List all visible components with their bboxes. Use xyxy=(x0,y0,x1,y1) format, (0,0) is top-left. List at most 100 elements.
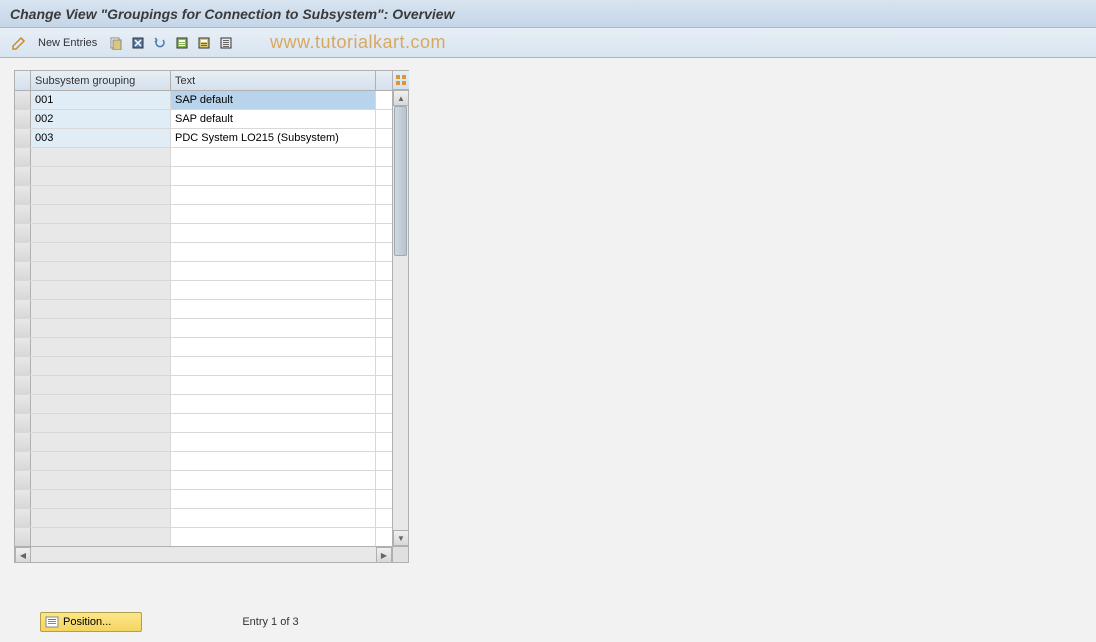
col-header-text[interactable]: Text xyxy=(171,71,376,90)
cell-subsystem-id[interactable] xyxy=(31,205,171,223)
delete-icon[interactable] xyxy=(129,34,147,52)
row-selector[interactable] xyxy=(15,490,31,508)
cell-text[interactable]: SAP default xyxy=(171,110,376,128)
cell-text[interactable] xyxy=(171,452,376,470)
horizontal-scrollbar[interactable]: ◀ ▶ xyxy=(15,546,392,562)
table-row[interactable] xyxy=(15,528,392,547)
cell-text[interactable] xyxy=(171,433,376,451)
cell-subsystem-id[interactable]: 001 xyxy=(31,91,171,109)
scroll-down-button[interactable]: ▼ xyxy=(393,530,409,546)
cell-text[interactable] xyxy=(171,205,376,223)
table-row[interactable] xyxy=(15,148,392,167)
cell-text[interactable] xyxy=(171,224,376,242)
cell-subsystem-id[interactable] xyxy=(31,509,171,527)
cell-subsystem-id[interactable] xyxy=(31,357,171,375)
undo-icon[interactable] xyxy=(151,34,169,52)
row-selector[interactable] xyxy=(15,471,31,489)
table-row[interactable] xyxy=(15,300,392,319)
row-selector[interactable] xyxy=(15,205,31,223)
table-row[interactable] xyxy=(15,186,392,205)
cell-text[interactable] xyxy=(171,148,376,166)
cell-subsystem-id[interactable] xyxy=(31,414,171,432)
vertical-scrollbar[interactable]: ▲ ▼ xyxy=(392,71,408,562)
cell-subsystem-id[interactable] xyxy=(31,224,171,242)
cell-subsystem-id[interactable] xyxy=(31,262,171,280)
cell-subsystem-id[interactable] xyxy=(31,319,171,337)
table-row[interactable] xyxy=(15,224,392,243)
row-selector[interactable] xyxy=(15,395,31,413)
table-row[interactable] xyxy=(15,357,392,376)
cell-text[interactable] xyxy=(171,167,376,185)
cell-text[interactable] xyxy=(171,528,376,546)
cell-subsystem-id[interactable] xyxy=(31,243,171,261)
table-row[interactable] xyxy=(15,452,392,471)
table-row[interactable] xyxy=(15,509,392,528)
cell-subsystem-id[interactable] xyxy=(31,300,171,318)
select-all-icon[interactable] xyxy=(173,34,191,52)
row-selector[interactable] xyxy=(15,148,31,166)
table-row[interactable] xyxy=(15,338,392,357)
deselect-all-icon[interactable] xyxy=(217,34,235,52)
cell-text[interactable] xyxy=(171,186,376,204)
row-selector[interactable] xyxy=(15,414,31,432)
table-row[interactable]: 001SAP default xyxy=(15,91,392,110)
table-row[interactable] xyxy=(15,205,392,224)
row-selector[interactable] xyxy=(15,110,31,128)
cell-text[interactable]: SAP default xyxy=(171,91,376,109)
scroll-up-button[interactable]: ▲ xyxy=(393,90,409,106)
table-row[interactable]: 003PDC System LO215 (Subsystem) xyxy=(15,129,392,148)
table-row[interactable] xyxy=(15,490,392,509)
new-entries-button[interactable]: New Entries xyxy=(32,35,103,51)
row-selector[interactable] xyxy=(15,433,31,451)
cell-subsystem-id[interactable] xyxy=(31,281,171,299)
row-selector[interactable] xyxy=(15,224,31,242)
col-header-subsystem[interactable]: Subsystem grouping xyxy=(31,71,171,90)
scroll-thumb[interactable] xyxy=(394,106,407,256)
cell-text[interactable] xyxy=(171,509,376,527)
cell-text[interactable] xyxy=(171,376,376,394)
table-row[interactable] xyxy=(15,281,392,300)
table-row[interactable] xyxy=(15,243,392,262)
cell-subsystem-id[interactable] xyxy=(31,148,171,166)
cell-text[interactable] xyxy=(171,319,376,337)
select-block-icon[interactable] xyxy=(195,34,213,52)
cell-text[interactable] xyxy=(171,395,376,413)
copy-icon[interactable] xyxy=(107,34,125,52)
scroll-track-vertical[interactable] xyxy=(393,106,408,530)
cell-text[interactable] xyxy=(171,243,376,261)
table-row[interactable]: 002SAP default xyxy=(15,110,392,129)
cell-subsystem-id[interactable] xyxy=(31,186,171,204)
table-row[interactable] xyxy=(15,376,392,395)
row-selector-header[interactable] xyxy=(15,71,31,90)
row-selector[interactable] xyxy=(15,262,31,280)
cell-subsystem-id[interactable] xyxy=(31,490,171,508)
row-selector[interactable] xyxy=(15,186,31,204)
row-selector[interactable] xyxy=(15,243,31,261)
position-button[interactable]: Position... xyxy=(40,612,142,632)
table-row[interactable] xyxy=(15,433,392,452)
row-selector[interactable] xyxy=(15,357,31,375)
scroll-right-button[interactable]: ▶ xyxy=(376,547,392,563)
cell-subsystem-id[interactable] xyxy=(31,528,171,546)
row-selector[interactable] xyxy=(15,91,31,109)
row-selector[interactable] xyxy=(15,452,31,470)
cell-text[interactable] xyxy=(171,414,376,432)
cell-text[interactable] xyxy=(171,357,376,375)
table-row[interactable] xyxy=(15,395,392,414)
table-row[interactable] xyxy=(15,319,392,338)
table-row[interactable] xyxy=(15,471,392,490)
row-selector[interactable] xyxy=(15,129,31,147)
cell-subsystem-id[interactable] xyxy=(31,433,171,451)
cell-subsystem-id[interactable]: 003 xyxy=(31,129,171,147)
table-row[interactable] xyxy=(15,262,392,281)
row-selector[interactable] xyxy=(15,528,31,546)
row-selector[interactable] xyxy=(15,338,31,356)
cell-text[interactable] xyxy=(171,300,376,318)
row-selector[interactable] xyxy=(15,281,31,299)
row-selector[interactable] xyxy=(15,300,31,318)
cell-subsystem-id[interactable] xyxy=(31,471,171,489)
cell-text[interactable] xyxy=(171,471,376,489)
cell-text[interactable] xyxy=(171,262,376,280)
row-selector[interactable] xyxy=(15,319,31,337)
cell-text[interactable] xyxy=(171,281,376,299)
